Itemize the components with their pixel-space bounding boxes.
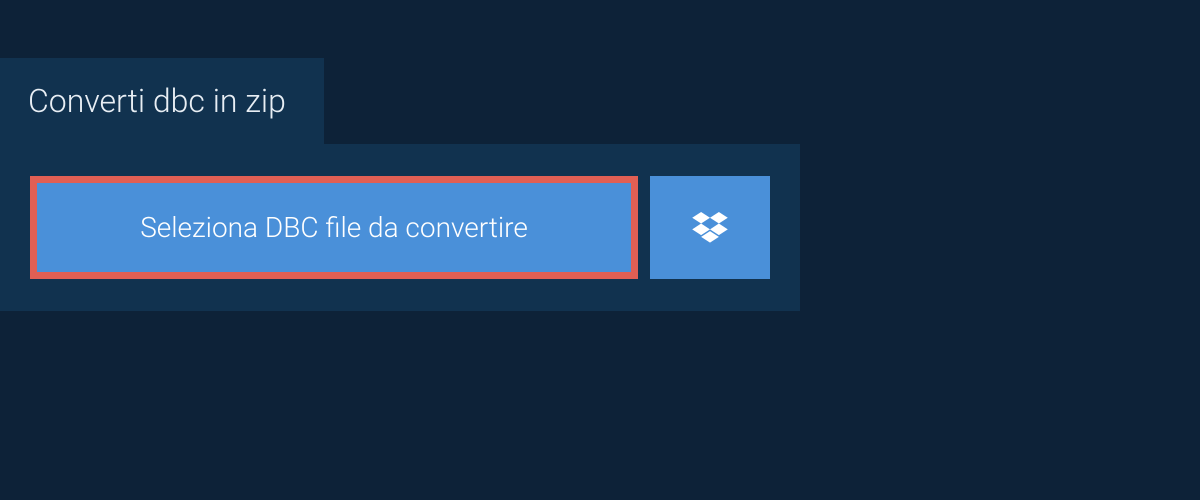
button-row: Seleziona DBC file da convertire [30,176,770,279]
select-file-button[interactable]: Seleziona DBC file da convertire [30,176,638,279]
tab-title: Converti dbc in zip [28,82,286,120]
dropbox-button[interactable] [650,176,770,279]
select-file-label: Seleziona DBC file da convertire [140,211,528,244]
tab-header: Converti dbc in zip [0,58,324,144]
converter-panel: Seleziona DBC file da convertire [0,144,800,311]
